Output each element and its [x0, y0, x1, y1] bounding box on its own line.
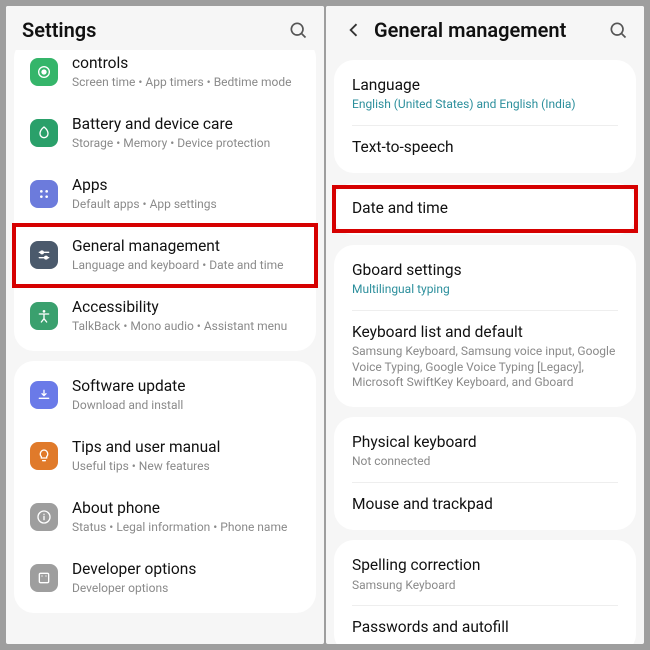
row-label: Spelling correction	[352, 556, 620, 575]
row-label: Accessibility	[72, 298, 300, 317]
row-subtext: TalkBack • Mono audio • Assistant menu	[72, 319, 300, 335]
row-subtext: Samsung Keyboard	[352, 578, 620, 594]
settings-row-update[interactable]: Software update Download and install	[14, 365, 316, 426]
settings-row-apps[interactable]: Apps Default apps • App settings	[14, 164, 316, 225]
settings-panel: Settings controls Screen time • App timer…	[6, 6, 324, 644]
row-subtext: English (United States) and English (Ind…	[352, 97, 620, 113]
header-left: Settings	[6, 6, 324, 50]
gm-list: Language English (United States) and Engl…	[326, 50, 644, 644]
row-texts: Text-to-speech	[352, 138, 620, 157]
gm-card: Language English (United States) and Engl…	[334, 60, 636, 173]
row-subtext: Download and install	[72, 398, 300, 414]
wellbeing-icon	[30, 58, 58, 86]
settings-row-sliders[interactable]: General management Language and keyboard …	[14, 225, 316, 286]
row-label: controls	[72, 54, 300, 73]
row-label: Date and time	[352, 199, 620, 218]
row-subtext: Storage • Memory • Device protection	[72, 136, 300, 152]
row-subtext: Status • Legal information • Phone name	[72, 520, 300, 536]
row-label: Keyboard list and default	[352, 323, 620, 342]
row-label: Apps	[72, 176, 300, 195]
row-label: Language	[352, 76, 620, 95]
row-label: Text-to-speech	[352, 138, 620, 157]
care-icon	[30, 119, 58, 147]
page-title: Settings	[22, 18, 278, 42]
row-texts: Developer options Developer options	[72, 560, 300, 597]
row-subtext: Language and keyboard • Date and time	[72, 258, 300, 274]
row-texts: Tips and user manual Useful tips • New fe…	[72, 438, 300, 475]
settings-row-tips[interactable]: Tips and user manual Useful tips • New fe…	[14, 426, 316, 487]
row-texts: controls Screen time • App timers • Bedti…	[72, 54, 300, 91]
row-texts: Keyboard list and default Samsung Keyboar…	[352, 323, 620, 391]
settings-row-info[interactable]: About phone Status • Legal information • …	[14, 487, 316, 548]
row-label: Physical keyboard	[352, 433, 620, 452]
settings-row-dev[interactable]: Developer options Developer options	[14, 548, 316, 609]
row-texts: Date and time	[352, 199, 620, 218]
back-icon[interactable]	[342, 20, 366, 40]
gm-row[interactable]: Gboard settings Multilingual typing	[334, 249, 636, 310]
row-label: Mouse and trackpad	[352, 495, 620, 514]
row-subtext: Default apps • App settings	[72, 197, 300, 213]
row-texts: Spelling correction Samsung Keyboard	[352, 556, 620, 593]
row-label: About phone	[72, 499, 300, 518]
a11y-icon	[30, 302, 58, 330]
settings-row-a11y[interactable]: Accessibility TalkBack • Mono audio • Ass…	[14, 286, 316, 347]
search-icon[interactable]	[286, 18, 310, 42]
row-texts: Gboard settings Multilingual typing	[352, 261, 620, 298]
gm-row[interactable]: Date and time	[334, 187, 636, 230]
header-right: General management	[326, 6, 644, 50]
general-management-panel: General management Language English (Unit…	[326, 6, 644, 644]
apps-icon	[30, 180, 58, 208]
row-texts: Mouse and trackpad	[352, 495, 620, 514]
row-subtext: Useful tips • New features	[72, 459, 300, 475]
row-texts: Passwords and autofill	[352, 618, 620, 637]
gm-row[interactable]: Keyboard list and default Samsung Keyboar…	[334, 311, 636, 403]
row-label: Passwords and autofill	[352, 618, 620, 637]
row-texts: Battery and device care Storage • Memory …	[72, 115, 300, 152]
settings-row-care[interactable]: Battery and device care Storage • Memory …	[14, 103, 316, 164]
settings-card: controls Screen time • App timers • Bedti…	[14, 50, 316, 351]
info-icon	[30, 503, 58, 531]
row-texts: General management Language and keyboard …	[72, 237, 300, 274]
row-subtext: Screen time • App timers • Bedtime mode	[72, 75, 300, 91]
gm-row[interactable]: Language English (United States) and Engl…	[334, 64, 636, 125]
gm-row[interactable]: Text-to-speech	[334, 126, 636, 169]
tips-icon	[30, 442, 58, 470]
gm-card: Physical keyboard Not connected Mouse and …	[334, 417, 636, 530]
row-label: Software update	[72, 377, 300, 396]
row-subtext: Multilingual typing	[352, 282, 620, 298]
sliders-icon	[30, 241, 58, 269]
row-texts: Language English (United States) and Engl…	[352, 76, 620, 113]
gm-row[interactable]: Spelling correction Samsung Keyboard	[334, 544, 636, 605]
row-texts: About phone Status • Legal information • …	[72, 499, 300, 536]
row-subtext: Developer options	[72, 581, 300, 597]
gm-card: Spelling correction Samsung Keyboard Passw…	[334, 540, 636, 644]
row-label: General management	[72, 237, 300, 256]
row-label: Battery and device care	[72, 115, 300, 134]
gm-row[interactable]: Mouse and trackpad	[334, 483, 636, 526]
gm-row[interactable]: Physical keyboard Not connected	[334, 421, 636, 482]
row-texts: Software update Download and install	[72, 377, 300, 414]
dev-icon	[30, 564, 58, 592]
page-title: General management	[374, 18, 598, 42]
row-subtext: Not connected	[352, 454, 620, 470]
row-label: Tips and user manual	[72, 438, 300, 457]
settings-row-wellbeing[interactable]: controls Screen time • App timers • Bedti…	[14, 50, 316, 103]
settings-card: Software update Download and install Tips …	[14, 361, 316, 613]
row-label: Gboard settings	[352, 261, 620, 280]
row-label: Developer options	[72, 560, 300, 579]
row-subtext: Samsung Keyboard, Samsung voice input, G…	[352, 344, 620, 391]
row-texts: Physical keyboard Not connected	[352, 433, 620, 470]
search-icon[interactable]	[606, 18, 630, 42]
gm-row[interactable]: Passwords and autofill	[334, 606, 636, 644]
gm-card: Gboard settings Multilingual typing Keyboa…	[334, 245, 636, 407]
row-texts: Apps Default apps • App settings	[72, 176, 300, 213]
gm-card: Date and time	[334, 183, 636, 234]
update-icon	[30, 381, 58, 409]
row-texts: Accessibility TalkBack • Mono audio • Ass…	[72, 298, 300, 335]
settings-list: controls Screen time • App timers • Bedti…	[6, 50, 324, 644]
